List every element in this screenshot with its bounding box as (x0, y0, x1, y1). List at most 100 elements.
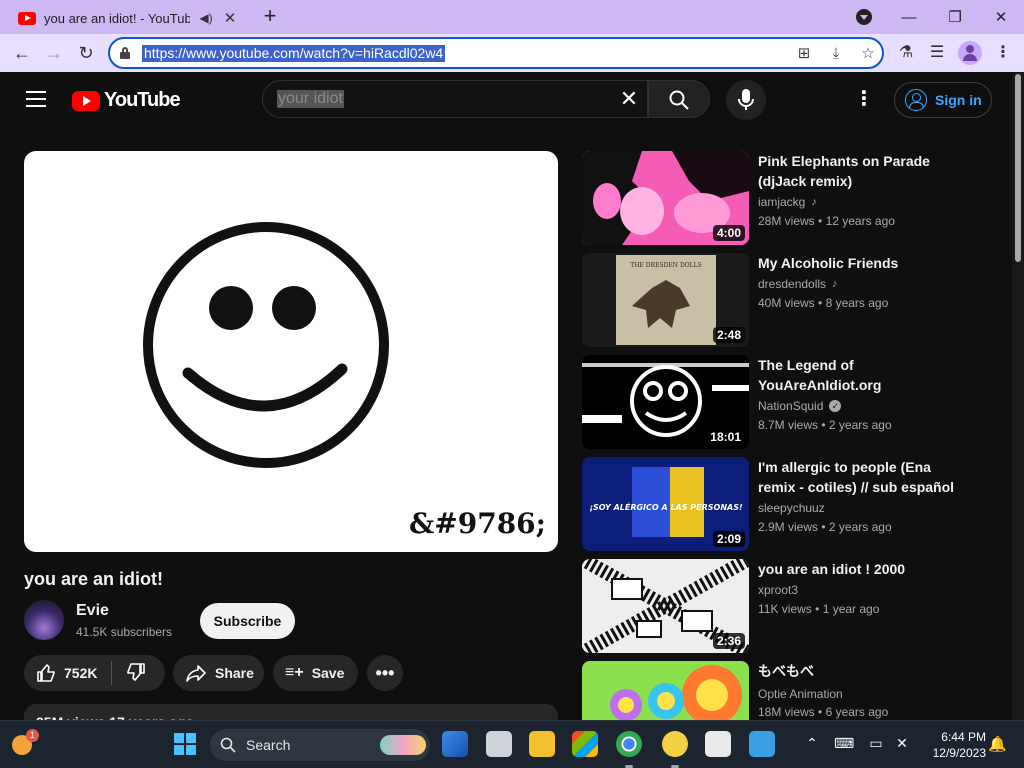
recommendation-title[interactable]: My Alcoholic Friends (758, 253, 968, 273)
minimize-button[interactable]: — (886, 0, 932, 34)
recommendation-title[interactable]: もべもべ (758, 661, 968, 681)
logo-text: YouTube (104, 89, 181, 111)
recommendation-item[interactable]: 2:36 you are an idiot ! 2000 xproot3 11K… (582, 559, 982, 653)
youtube-logo[interactable]: YouTube (72, 89, 181, 112)
maximize-button[interactable]: ❐ (932, 0, 978, 34)
video-thumbnail[interactable]: 4:00 (582, 151, 749, 245)
search-input[interactable]: your idiot ✕ (262, 80, 648, 118)
recommendation-channel[interactable]: sleepychuuz (758, 501, 825, 515)
speaker-icon[interactable]: ◀) (198, 11, 214, 25)
bee-app-icon[interactable] (662, 731, 688, 757)
volume-muted-icon[interactable]: ✕ (892, 735, 912, 752)
snipping-tool-icon[interactable] (705, 731, 731, 757)
recommendation-title[interactable]: I'm allergic to people (Ena remix - coti… (758, 457, 968, 497)
view-count: 8.7M views (758, 418, 819, 432)
lock-icon[interactable] (120, 47, 130, 59)
recommendation-title[interactable]: you are an idiot ! 2000 (758, 559, 968, 579)
tab-close-icon[interactable]: ✕ (222, 9, 238, 27)
recommendation-meta: 40M views • 8 years ago (758, 296, 889, 310)
address-bar[interactable]: https://www.youtube.com/watch?v=hiRacdl0… (108, 37, 884, 69)
voice-search-button[interactable] (726, 80, 766, 120)
search-highlight-icon (380, 735, 426, 755)
search-icon (669, 90, 689, 110)
recommendation-item[interactable]: もべもべ Optie Animation 18M views • 6 years… (582, 661, 982, 720)
video-duration: 4:00 (712, 225, 745, 241)
recommendation-title[interactable]: The Legend of YouAreAnIdiot.org (758, 355, 968, 395)
recommendation-item[interactable]: 4:00 Pink Elephants on Parade (djJack re… (582, 151, 982, 245)
view-count: 18M views (758, 705, 815, 719)
recommendation-channel[interactable]: Optie Animation (758, 687, 843, 701)
video-thumbnail[interactable] (582, 661, 749, 720)
windows-start-icon[interactable] (174, 733, 196, 755)
video-thumbnail[interactable]: THE DRESDEN DOLLS 2:48 (582, 253, 749, 347)
recommendation-channel[interactable]: xproot3 (758, 583, 798, 597)
video-overlay-text: &#9786; (408, 507, 546, 540)
save-button[interactable]: ≡+ Save (273, 655, 358, 691)
channel-name[interactable]: Evie (76, 602, 109, 620)
thumbnail-caption: ¡SOY ALÉRGICO A LAS PERSONAS! (589, 501, 743, 512)
more-actions-button[interactable]: ••• (367, 655, 403, 691)
browser-menu-icon[interactable]: ⋮ (992, 42, 1014, 64)
like-count: 752K (64, 665, 98, 681)
subscribe-button[interactable]: Subscribe (200, 603, 295, 639)
keyboard-icon[interactable]: ⌨ (834, 735, 854, 752)
chrome-icon[interactable] (616, 731, 642, 757)
video-thumbnail[interactable]: 18:01 (582, 355, 749, 449)
clear-search-icon[interactable]: ✕ (617, 87, 641, 111)
like-button[interactable]: 752K (24, 661, 113, 685)
notepad-icon[interactable] (749, 731, 775, 757)
recommendation-item[interactable]: ¡SOY ALÉRGICO A LAS PERSONAS! 2:09 I'm a… (582, 457, 982, 551)
page-scrollbar[interactable] (1012, 72, 1024, 720)
video-player[interactable]: &#9786; (24, 151, 558, 552)
dislike-button[interactable] (112, 662, 146, 685)
upload-age: 2 years ago (828, 418, 892, 432)
recommendation-channel[interactable]: NationSquid ✓ (758, 399, 842, 413)
notification-bell-icon[interactable]: 🔔 (988, 735, 1007, 753)
network-icon[interactable]: ▭ (866, 735, 886, 752)
profile-avatar-icon[interactable] (958, 41, 982, 65)
channel-label: dresdendolls (758, 277, 827, 291)
weather-widget-icon[interactable]: 1 (8, 729, 39, 759)
forward-arrow-icon[interactable]: → (40, 40, 68, 66)
video-thumbnail[interactable]: 2:36 (582, 559, 749, 653)
close-window-button[interactable]: ✕ (978, 0, 1024, 34)
url-text[interactable]: https://www.youtube.com/watch?v=hiRacdl0… (142, 45, 446, 62)
channel-avatar[interactable] (24, 600, 64, 640)
browser-tab-youtube[interactable]: you are an idiot! - YouTube ◀) ✕ (8, 2, 248, 34)
back-arrow-icon[interactable]: ← (8, 40, 36, 66)
hamburger-menu-icon[interactable] (26, 91, 46, 107)
recommendation-channel[interactable]: dresdendolls ♪ (758, 277, 838, 291)
tab-search-icon[interactable] (856, 9, 872, 25)
media-queue-icon[interactable]: ☰ (926, 42, 948, 64)
microsoft-store-icon[interactable] (572, 731, 598, 757)
recommendation-channel[interactable]: iamjackg ♪ (758, 195, 817, 209)
save-playlist-icon: ≡+ (285, 664, 304, 681)
search-value[interactable]: your idiot (277, 90, 344, 108)
bookmark-star-icon[interactable]: ☆ (858, 44, 878, 64)
install-app-icon[interactable]: ⤓ (826, 44, 846, 64)
settings-more-icon[interactable]: ⋮ (852, 88, 876, 112)
video-thumbnail[interactable]: ¡SOY ALÉRGICO A LAS PERSONAS! 2:09 (582, 457, 749, 551)
search-button[interactable] (648, 80, 710, 118)
system-clock[interactable]: 6:44 PM 12/9/2023 (924, 729, 986, 761)
show-hidden-icons-chevron-icon[interactable]: ⌃ (802, 735, 822, 752)
recommendation-item[interactable]: 18:01 The Legend of YouAreAnIdiot.org Na… (582, 355, 982, 449)
task-view-icon[interactable] (486, 731, 512, 757)
like-dislike-group: 752K (24, 655, 165, 691)
new-tab-button[interactable]: + (258, 5, 282, 29)
scrollbar-thumb[interactable] (1015, 74, 1021, 262)
sign-in-button[interactable]: Sign in (894, 82, 992, 118)
sign-in-label: Sign in (935, 92, 982, 108)
save-label: Save (311, 665, 345, 681)
microphone-icon (738, 89, 754, 110)
share-button[interactable]: Share (173, 655, 264, 691)
extension-flask-icon[interactable]: ⚗ (895, 42, 917, 64)
recommendation-item[interactable]: THE DRESDEN DOLLS 2:48 My Alcoholic Frie… (582, 253, 982, 347)
recommendation-title[interactable]: Pink Elephants on Parade (djJack remix) (758, 151, 968, 191)
grid-icon[interactable]: ⊞ (794, 44, 814, 64)
taskbar-search-box[interactable]: Search (210, 729, 430, 761)
file-explorer-icon[interactable] (529, 731, 555, 757)
reload-icon[interactable]: ↻ (72, 40, 100, 66)
share-arrow-icon (186, 665, 206, 682)
copilot-pre-icon[interactable] (442, 731, 468, 757)
